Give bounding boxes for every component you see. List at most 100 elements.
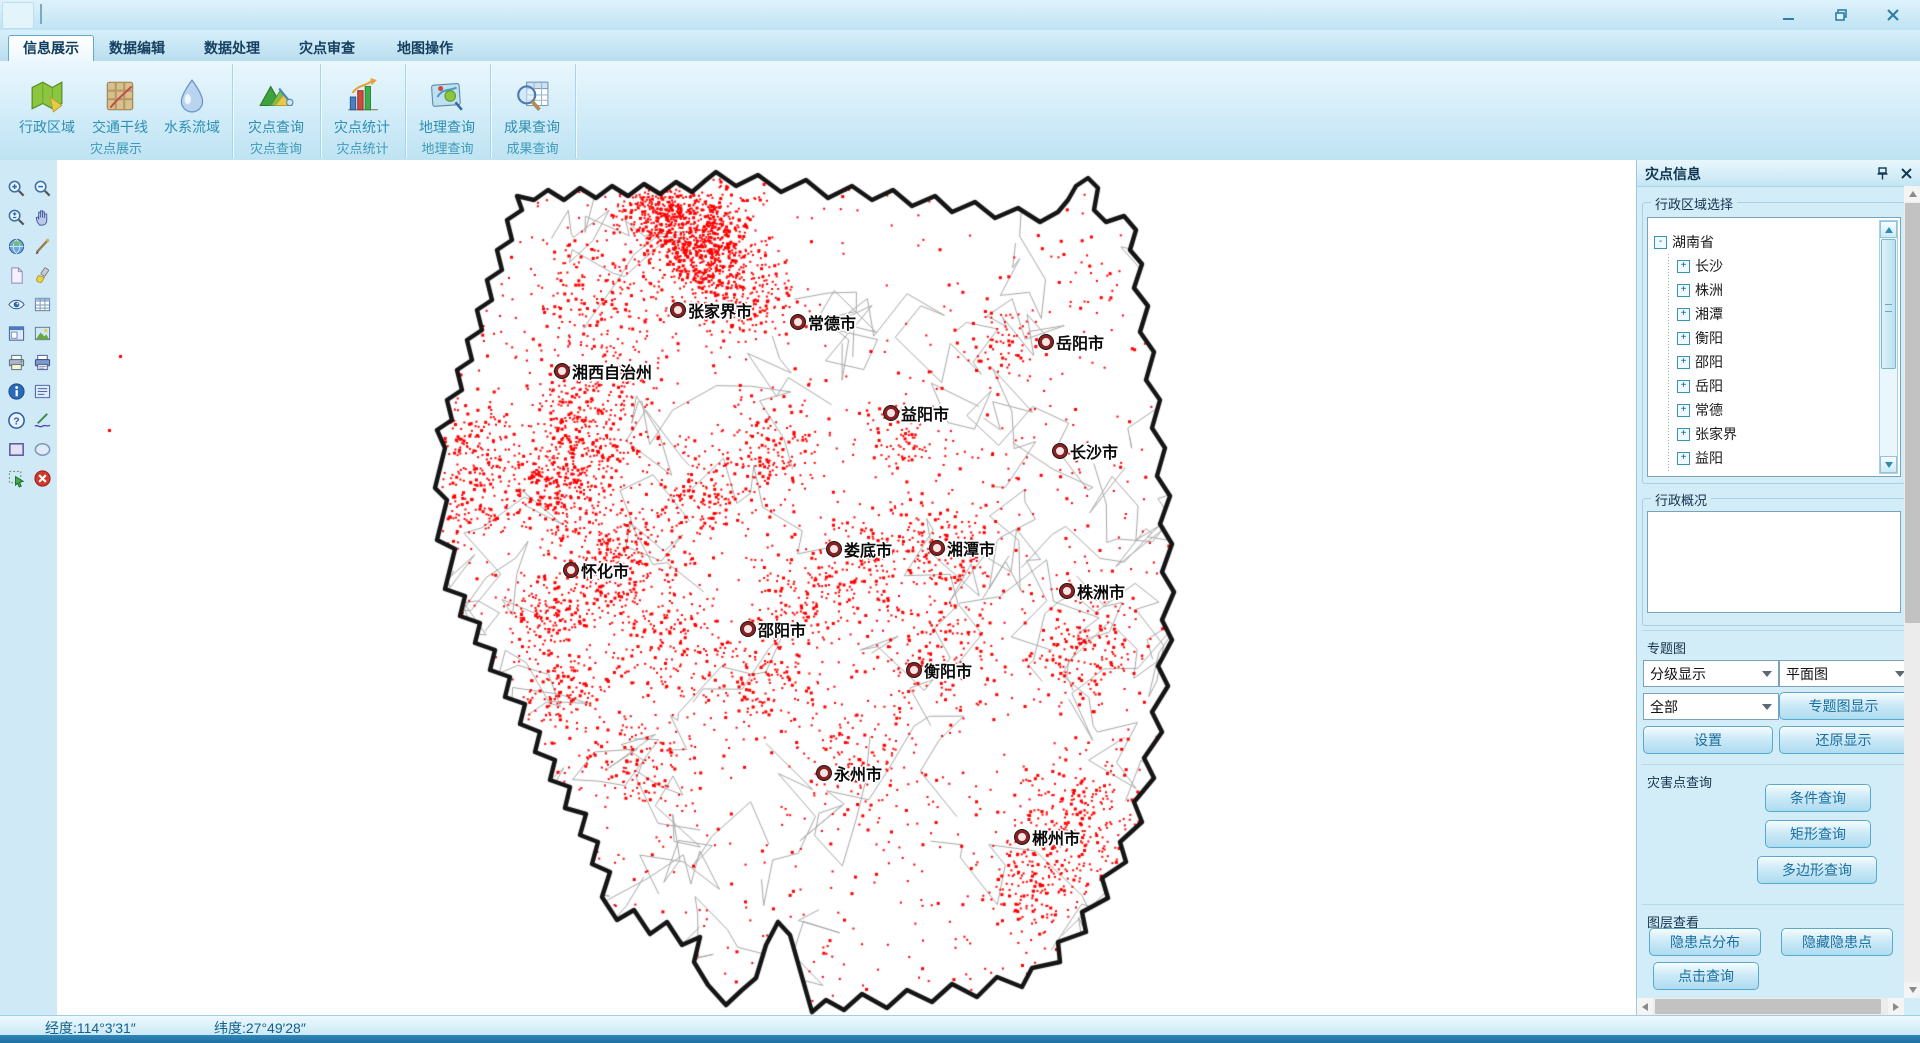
tab-info-display[interactable]: 信息展示	[8, 35, 94, 61]
tree-node[interactable]: + 株洲	[1663, 278, 1874, 302]
settings-button[interactable]: 设置	[1643, 726, 1773, 754]
table-icon[interactable]	[30, 292, 54, 316]
polygon-query-button[interactable]: 多边形查询	[1757, 856, 1877, 884]
scroll-down-arrow[interactable]	[1904, 982, 1920, 998]
restore-button[interactable]	[1828, 5, 1854, 25]
tree-node-label[interactable]: 湖南省	[1672, 232, 1714, 252]
tree-node-label[interactable]: 长沙	[1695, 256, 1723, 276]
tree-node-label[interactable]: 邵阳	[1695, 352, 1723, 372]
collapse-box-icon[interactable]: -	[1654, 236, 1667, 249]
measure-pen-icon[interactable]	[30, 234, 54, 258]
ribbon-button-result-query[interactable]: 成果查询	[496, 63, 568, 137]
expand-box-icon[interactable]: +	[1677, 308, 1690, 321]
hazard-distribution-button[interactable]: 隐患点分布	[1649, 928, 1761, 956]
region-tree[interactable]: - 湖南省 + 长沙 + 株洲 + 湘潭 + 衡阳 + 邵阳 + 岳阳 + 常德 + 张家界 +…	[1647, 217, 1901, 477]
scrollbar-thumb[interactable]	[1881, 239, 1896, 369]
tree-node-root[interactable]: - 湖南省	[1654, 230, 1874, 254]
panel-horizontal-scrollbar[interactable]	[1637, 998, 1904, 1015]
tree-node[interactable]: + 常德	[1663, 398, 1874, 422]
brush-icon[interactable]	[30, 263, 54, 287]
layout-window-icon[interactable]	[4, 321, 28, 345]
scroll-right-arrow[interactable]	[1888, 998, 1904, 1015]
help-icon[interactable]: ?	[4, 408, 28, 432]
expand-box-icon[interactable]: +	[1677, 284, 1690, 297]
expand-box-icon[interactable]: +	[1677, 404, 1690, 417]
rectangle-select-icon[interactable]	[4, 437, 28, 461]
select-arrow-icon[interactable]	[4, 466, 28, 490]
all-combo[interactable]: 全部	[1643, 693, 1779, 720]
info-icon[interactable]	[4, 379, 28, 403]
thematic-show-button[interactable]: 专题图显示	[1779, 692, 1908, 720]
print-preview-icon[interactable]	[30, 350, 54, 374]
zoom-in-icon[interactable]	[4, 176, 28, 200]
tab-data-process[interactable]: 数据处理	[190, 36, 274, 61]
tree-node[interactable]: + 衡阳	[1663, 326, 1874, 350]
expand-box-icon[interactable]: +	[1677, 428, 1690, 441]
scrollbar-thumb[interactable]	[1655, 999, 1881, 1014]
quick-access-box[interactable]	[2, 2, 34, 29]
printer-icon[interactable]	[4, 350, 28, 374]
ribbon-button-geo-query[interactable]: 地理查询	[411, 63, 483, 137]
tree-node-label[interactable]: 常德	[1695, 400, 1723, 420]
pan-hand-icon[interactable]	[30, 205, 54, 229]
tree-node[interactable]: + 益阳	[1663, 446, 1874, 470]
tree-node-label[interactable]: 益阳	[1695, 448, 1723, 468]
scroll-down-arrow[interactable]	[1880, 456, 1897, 473]
delete-icon[interactable]	[30, 466, 54, 490]
scrollbar-thumb[interactable]	[1905, 203, 1920, 623]
restore-display-button[interactable]: 还原显示	[1779, 726, 1908, 754]
tab-map-operate[interactable]: 地图操作	[383, 36, 467, 61]
scroll-left-arrow[interactable]	[1637, 998, 1653, 1015]
eye-icon[interactable]	[4, 292, 28, 316]
tab-data-edit[interactable]: 数据编辑	[95, 36, 179, 61]
sketch-line-icon[interactable]	[30, 408, 54, 432]
expand-box-icon[interactable]: +	[1677, 452, 1690, 465]
click-query-button[interactable]: 点击查询	[1653, 962, 1759, 990]
panel-close-icon[interactable]	[1897, 164, 1915, 182]
tree-node-label[interactable]: 岳阳	[1695, 376, 1723, 396]
expand-box-icon[interactable]: +	[1677, 380, 1690, 393]
tree-node-label[interactable]: 衡阳	[1695, 328, 1723, 348]
tree-node[interactable]: + 长沙	[1663, 254, 1874, 278]
tree-node-label[interactable]: 株洲	[1695, 280, 1723, 300]
tree-node-label[interactable]: 湘潭	[1695, 304, 1723, 324]
tree-node[interactable]: +郴州	[1663, 470, 1874, 472]
zoom-range-icon[interactable]	[4, 205, 28, 229]
plane-map-combo[interactable]: 平面图	[1779, 660, 1912, 687]
tree-node[interactable]: + 邵阳	[1663, 350, 1874, 374]
tree-node-label[interactable]: 张家界	[1695, 424, 1737, 444]
region-tree-rows: - 湖南省 + 长沙 + 株洲 + 湘潭 + 衡阳 + 邵阳 + 岳阳 + 常德 + 张家界 +…	[1654, 230, 1874, 472]
tree-scrollbar[interactable]	[1879, 220, 1898, 474]
pin-icon[interactable]	[1873, 164, 1891, 182]
ribbon-button-traffic[interactable]: 交通干线	[84, 63, 156, 137]
condition-query-button[interactable]: 条件查询	[1765, 784, 1871, 812]
document-icon[interactable]	[30, 379, 54, 403]
grade-display-combo[interactable]: 分级显示	[1643, 660, 1779, 687]
expand-box-icon[interactable]: +	[1677, 356, 1690, 369]
globe-icon[interactable]	[4, 234, 28, 258]
tab-point-review[interactable]: 灾点审查	[285, 36, 369, 61]
image-icon[interactable]	[30, 321, 54, 345]
ellipse-select-icon[interactable]	[30, 437, 54, 461]
hide-hazard-button[interactable]: 隐藏隐患点	[1781, 928, 1893, 956]
scroll-up-arrow[interactable]	[1880, 221, 1897, 238]
scroll-up-arrow[interactable]	[1904, 186, 1920, 202]
minimize-button[interactable]	[1776, 5, 1802, 25]
close-button[interactable]	[1880, 5, 1906, 25]
map-canvas[interactable]	[57, 160, 1636, 1015]
ribbon-button-point-query[interactable]: 灾点查询	[240, 63, 312, 137]
panel-vertical-scrollbar[interactable]	[1904, 186, 1920, 998]
ribbon-button-point-stats[interactable]: 灾点统计	[326, 63, 398, 137]
expand-box-icon[interactable]: +	[1677, 260, 1690, 273]
tree-node[interactable]: + 岳阳	[1663, 374, 1874, 398]
map-canvas-area[interactable]: 张家界市常德市岳阳市湘西自治州益阳市长沙市娄底市湘潭市怀化市株洲市邵阳市衡阳市永…	[57, 160, 1636, 1015]
ribbon-button-region[interactable]: 行政区域	[11, 63, 83, 137]
ribbon-button-water[interactable]: 水系流域	[156, 63, 228, 137]
blank-page-icon[interactable]	[4, 263, 28, 287]
expand-box-icon[interactable]: +	[1677, 332, 1690, 345]
tree-node[interactable]: + 张家界	[1663, 422, 1874, 446]
overview-textbox[interactable]	[1647, 511, 1901, 613]
zoom-out-icon[interactable]	[30, 176, 54, 200]
tree-node[interactable]: + 湘潭	[1663, 302, 1874, 326]
rect-query-button[interactable]: 矩形查询	[1765, 820, 1871, 848]
